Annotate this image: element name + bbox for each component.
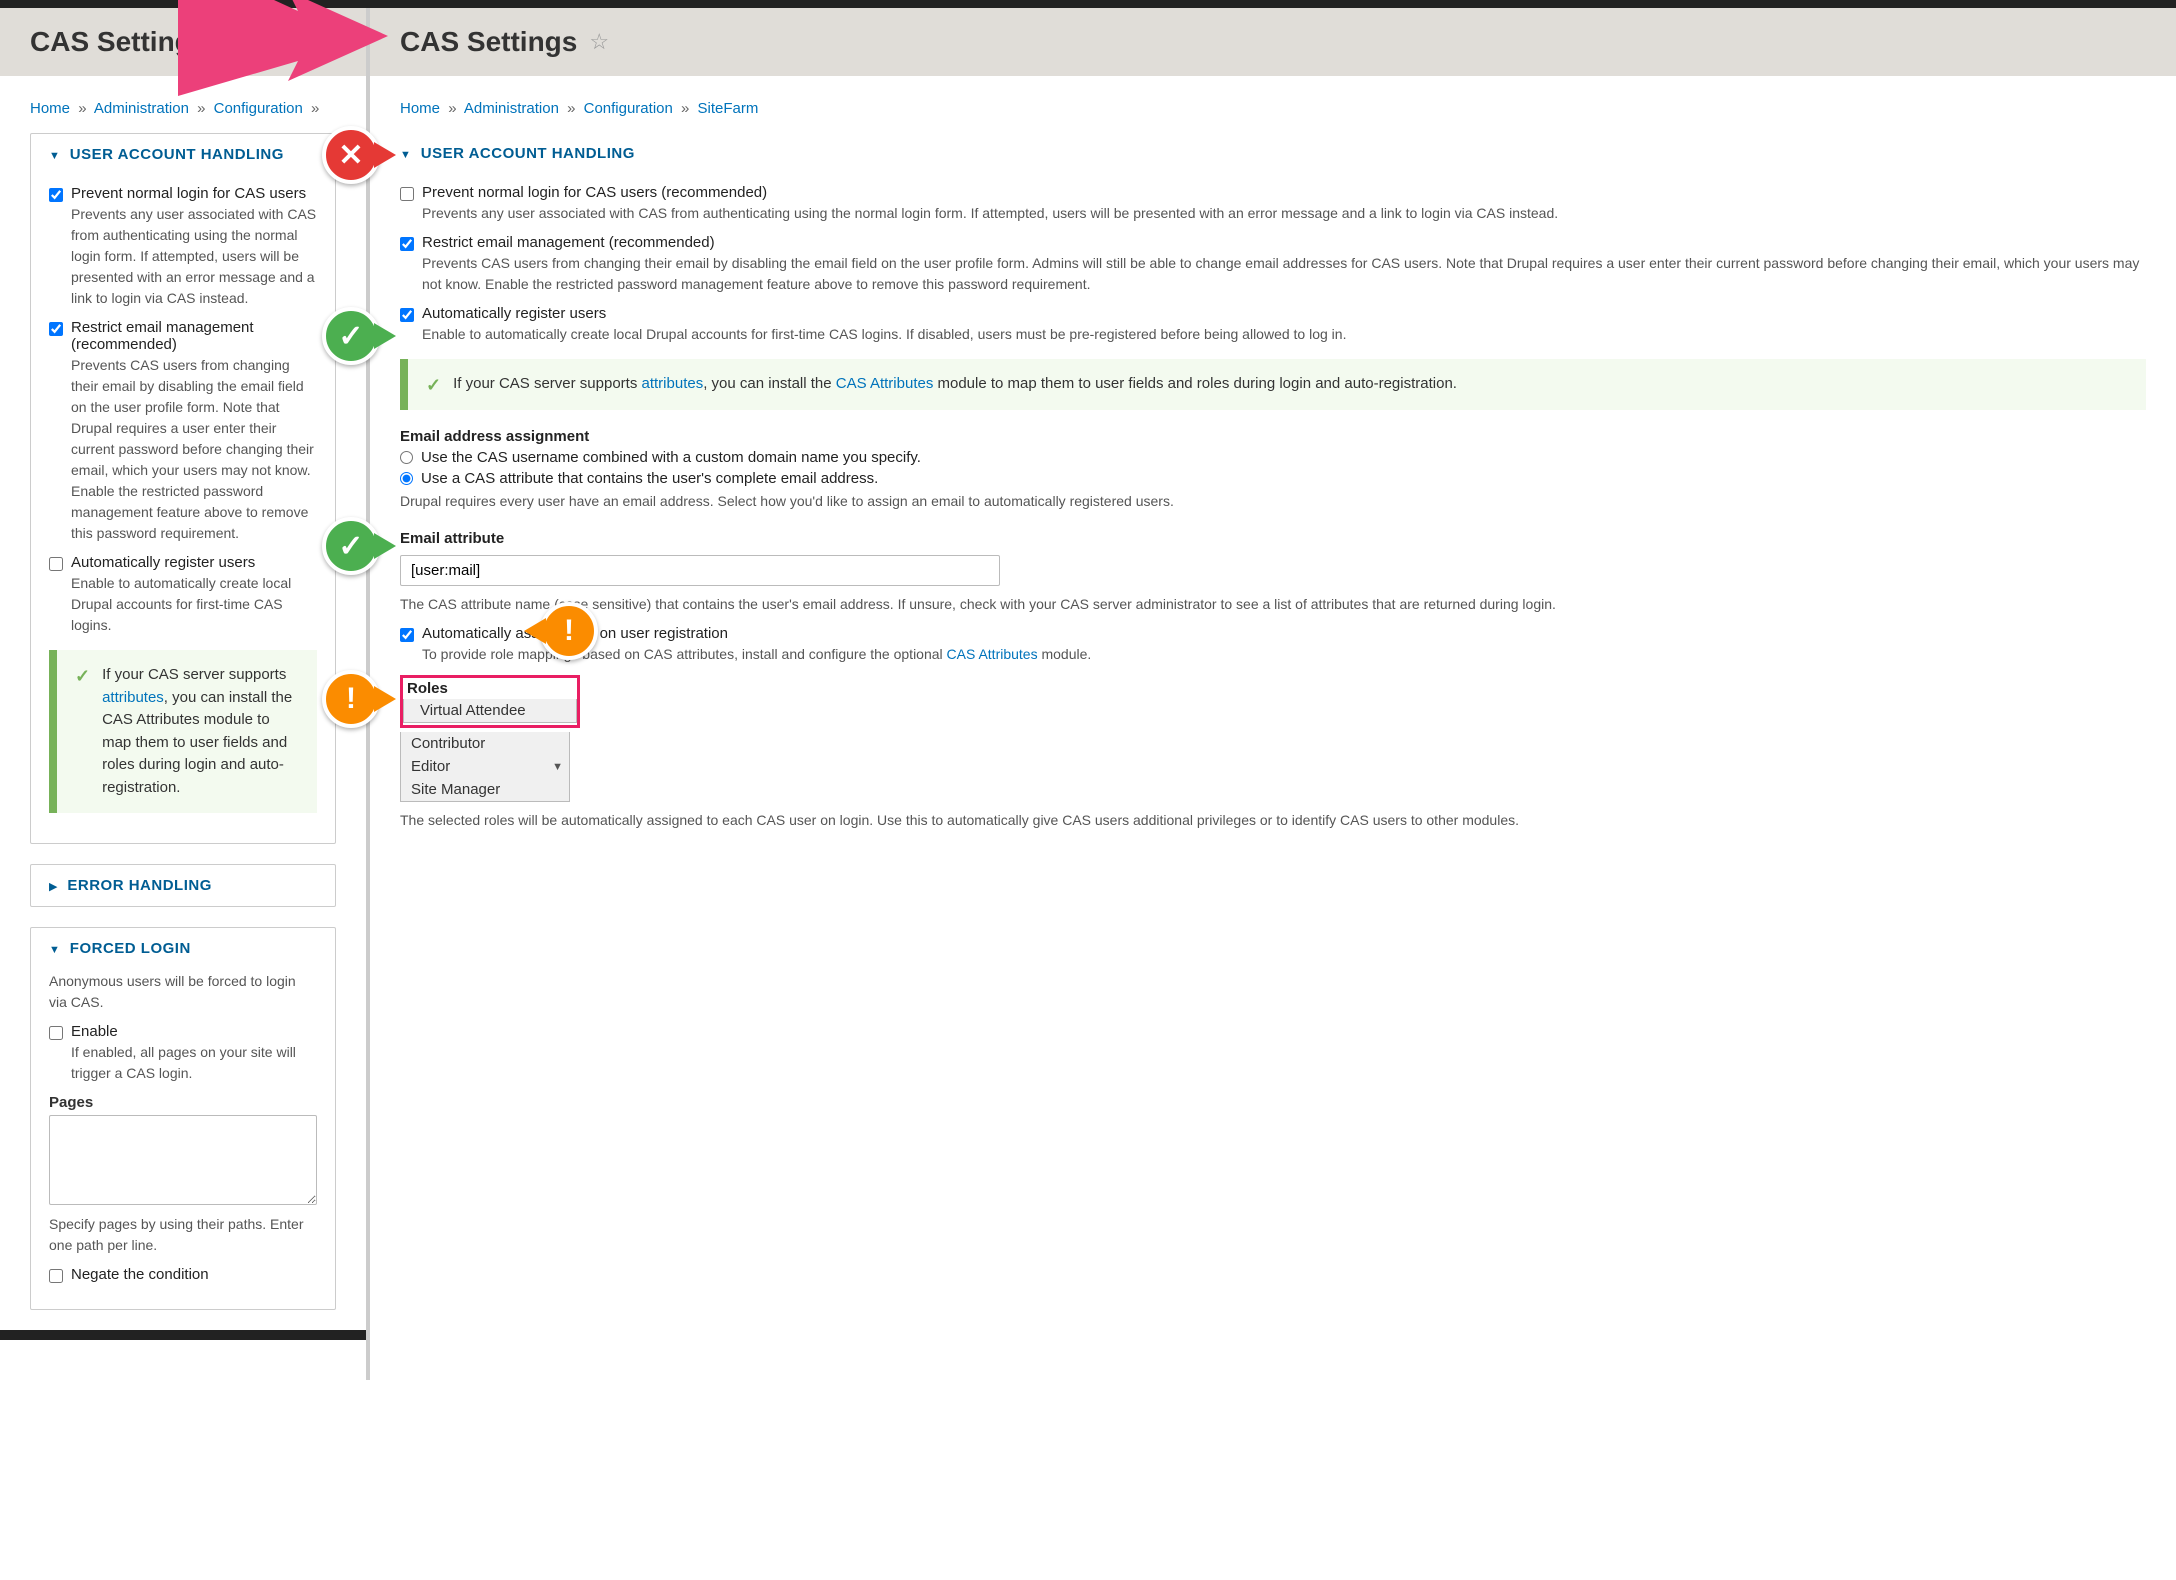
cas-attributes-link[interactable]: CAS Attributes <box>836 375 934 392</box>
email-attribute-heading: Email attribute <box>400 530 2146 547</box>
breadcrumb-admin[interactable]: Administration <box>94 100 189 117</box>
right-pane: CAS Settings ☆ Home » Administration » C… <box>370 8 2176 897</box>
auto-register-checkbox[interactable] <box>400 308 414 322</box>
check-icon: ✓ <box>338 529 363 564</box>
roles-select-continued[interactable]: Contributor Editor Site Manager ▼ <box>400 732 570 802</box>
email-assignment-heading: Email address assignment <box>400 428 2146 445</box>
section-error-handling: ▶ ERROR HANDLING <box>30 864 336 907</box>
chevron-down-icon: ▼ <box>49 150 60 162</box>
footer-bar <box>0 1330 366 1340</box>
exclamation-icon: ! <box>564 614 574 648</box>
check-icon: ✓ <box>338 319 363 354</box>
pages-label: Pages <box>49 1094 317 1111</box>
breadcrumb-config[interactable]: Configuration <box>584 100 673 117</box>
info-callout: ✓ If your CAS server supports attributes… <box>49 650 317 813</box>
restrict-email-checkbox[interactable] <box>49 322 63 336</box>
auto-register-checkbox[interactable] <box>49 557 63 571</box>
annotation-badge-warn-1: ! <box>540 602 598 660</box>
page-header-right: CAS Settings ☆ <box>370 8 2176 76</box>
email-assign-radio-attribute[interactable] <box>400 472 413 485</box>
chevron-right-icon: ▶ <box>49 880 57 893</box>
breadcrumb-admin[interactable]: Administration <box>464 100 559 117</box>
prevent-normal-login-checkbox[interactable] <box>49 188 63 202</box>
breadcrumb: Home » Administration » Configuration » … <box>370 76 2176 133</box>
role-option[interactable]: Site Manager <box>401 778 569 801</box>
prevent-normal-login-checkbox[interactable] <box>400 187 414 201</box>
annotation-badge-warn-2: ! <box>322 670 380 728</box>
check-icon: ✓ <box>75 666 90 687</box>
chevron-down-icon: ▼ <box>49 944 60 956</box>
auto-assign-roles-checkbox[interactable] <box>400 628 414 642</box>
annotation-arrow <box>178 0 388 96</box>
annotation-badge-ok-2: ✓ <box>322 517 380 575</box>
section-user-account-handling: ▼ USER ACCOUNT HANDLING Prevent normal l… <box>400 133 2146 857</box>
email-attribute-input[interactable] <box>400 555 1000 586</box>
chevron-down-icon: ▼ <box>400 149 411 161</box>
section-toggle[interactable]: ▼ USER ACCOUNT HANDLING <box>31 134 335 175</box>
role-option[interactable]: Virtual Attendee <box>404 699 576 722</box>
annotation-badge-error: ✕ <box>322 126 380 184</box>
section-user-account-handling: ▼ USER ACCOUNT HANDLING Prevent normal l… <box>30 133 336 844</box>
breadcrumb-home[interactable]: Home <box>30 100 70 117</box>
exclamation-icon: ! <box>346 682 356 716</box>
pages-textarea[interactable] <box>49 1115 317 1205</box>
role-option[interactable]: Editor <box>401 755 569 778</box>
favorite-star-icon[interactable]: ☆ <box>589 29 609 55</box>
breadcrumb-sitefarm[interactable]: SiteFarm <box>698 100 759 117</box>
chevron-down-icon: ▼ <box>552 761 563 773</box>
role-option[interactable]: Contributor <box>401 732 569 755</box>
email-assign-radio-username[interactable] <box>400 451 413 464</box>
negate-checkbox[interactable] <box>49 1269 63 1283</box>
breadcrumb-config[interactable]: Configuration <box>214 100 303 117</box>
restrict-email-checkbox[interactable] <box>400 237 414 251</box>
attributes-link[interactable]: attributes <box>642 375 704 392</box>
section-toggle[interactable]: ▼ USER ACCOUNT HANDLING <box>400 133 2146 174</box>
roles-select[interactable]: Virtual Attendee <box>403 699 577 723</box>
page-title: CAS Settings <box>400 26 577 58</box>
section-toggle[interactable]: ▶ ERROR HANDLING <box>31 865 335 906</box>
x-icon: ✕ <box>338 138 363 173</box>
annotation-badge-ok-1: ✓ <box>322 307 380 365</box>
check-icon: ✓ <box>426 375 441 396</box>
roles-heading: Roles <box>407 680 577 697</box>
section-forced-login: ▼ FORCED LOGIN Anonymous users will be f… <box>30 927 336 1310</box>
forced-enable-checkbox[interactable] <box>49 1026 63 1040</box>
info-callout: ✓ If your CAS server supports attributes… <box>400 359 2146 410</box>
breadcrumb-home[interactable]: Home <box>400 100 440 117</box>
section-toggle[interactable]: ▼ FORCED LOGIN <box>31 928 335 969</box>
attributes-link[interactable]: attributes <box>102 689 164 706</box>
left-pane: CAS Settings ☆ Home » Administration » C… <box>0 8 370 1380</box>
cas-attributes-link[interactable]: CAS Attributes <box>947 646 1038 662</box>
